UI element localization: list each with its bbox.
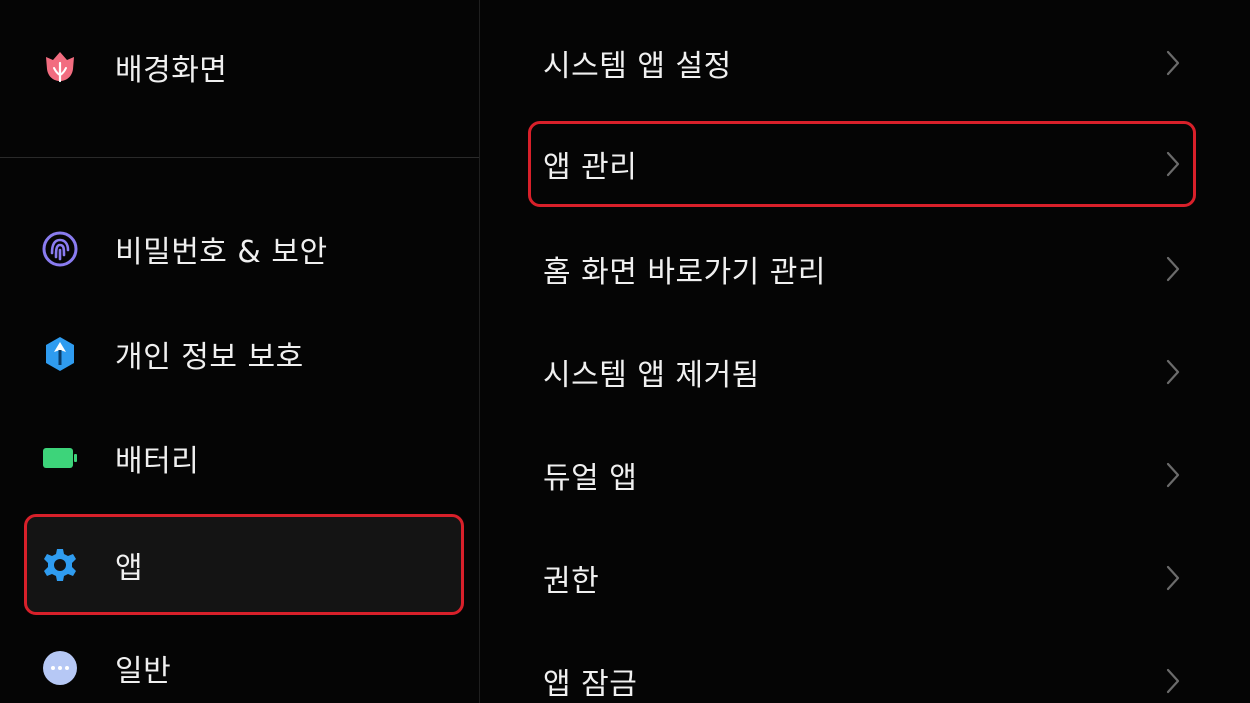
- row-permissions[interactable]: 권한: [528, 535, 1196, 621]
- tulip-icon: [41, 48, 79, 86]
- row-label: 권한: [543, 564, 600, 599]
- row-dual-apps[interactable]: 듀얼 앱: [528, 432, 1196, 518]
- apps-settings-list: 시스템 앱 설정 앱 관리 홈 화면 바로가기 관리 시스템 앱 제거됨 듀얼: [480, 0, 1250, 703]
- chevron-right-icon: [1165, 565, 1181, 591]
- privacy-shield-icon: [41, 335, 79, 373]
- row-system-app-settings[interactable]: 시스템 앱 설정: [528, 20, 1196, 106]
- category-label-battery: 배터리: [115, 444, 200, 479]
- category-label-apps: 앱: [115, 550, 144, 586]
- row-label: 앱 잠금: [543, 667, 638, 702]
- row-home-shortcut-management[interactable]: 홈 화면 바로가기 관리: [528, 226, 1196, 312]
- chevron-right-icon: [1165, 359, 1181, 385]
- fingerprint-icon: [41, 230, 79, 268]
- chevron-right-icon: [1165, 462, 1181, 488]
- chevron-right-icon: [1165, 256, 1181, 282]
- battery-icon: [41, 439, 79, 477]
- chevron-right-icon: [1165, 668, 1181, 694]
- category-item-battery[interactable]: 배터리: [24, 408, 464, 508]
- more-dots-icon: [41, 649, 79, 687]
- category-item-wallpaper[interactable]: 배경화면: [24, 17, 464, 117]
- row-label: 앱 관리: [543, 150, 638, 185]
- row-label: 홈 화면 바로가기 관리: [543, 255, 827, 290]
- row-label: 시스템 앱 제거됨: [543, 358, 760, 393]
- chevron-right-icon: [1165, 151, 1181, 177]
- category-label-privacy: 개인 정보 보호: [115, 340, 304, 375]
- gear-icon: [41, 546, 79, 584]
- category-item-general[interactable]: 일반: [24, 618, 464, 703]
- row-removed-system-apps[interactable]: 시스템 앱 제거됨: [528, 329, 1196, 415]
- chevron-right-icon: [1165, 50, 1181, 76]
- category-label-password-security: 비밀번호 & 보안: [115, 235, 328, 270]
- category-item-password-security[interactable]: 비밀번호 & 보안: [24, 199, 464, 299]
- settings-screen: 배경화면 비밀번호 & 보안 개인 정보 보호 배터리 앱 일반 시스템 앱 설…: [0, 0, 1250, 703]
- section-divider: [0, 157, 479, 158]
- category-item-privacy[interactable]: 개인 정보 보호: [24, 304, 464, 404]
- category-label-general: 일반: [115, 654, 172, 689]
- row-app-lock[interactable]: 앱 잠금: [528, 638, 1196, 703]
- category-label-wallpaper: 배경화면: [115, 53, 228, 88]
- category-item-apps[interactable]: 앱: [24, 514, 464, 615]
- row-app-management[interactable]: 앱 관리: [528, 121, 1196, 207]
- row-label: 듀얼 앱: [543, 461, 638, 496]
- settings-category-list: 배경화면 비밀번호 & 보안 개인 정보 보호 배터리 앱 일반: [0, 0, 479, 703]
- row-label: 시스템 앱 설정: [543, 49, 732, 84]
